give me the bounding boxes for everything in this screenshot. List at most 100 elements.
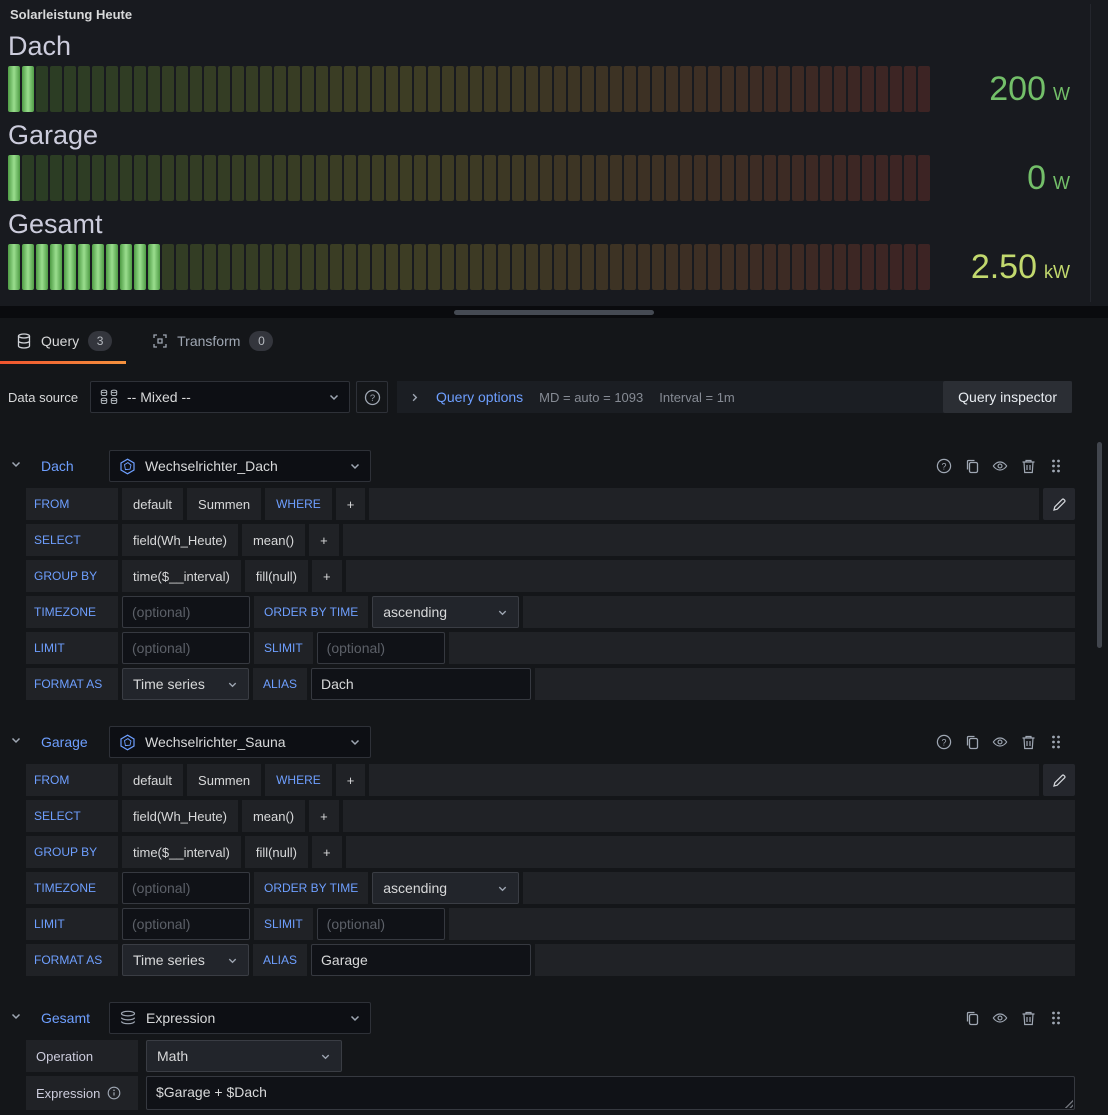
from-label: FROM xyxy=(26,764,118,796)
help-icon: ? xyxy=(364,389,381,406)
add-condition-button[interactable]: + xyxy=(336,764,366,796)
query-help-icon[interactable]: ? xyxy=(936,734,952,750)
duplicate-query-icon[interactable] xyxy=(964,1010,980,1026)
vertical-scrollbar[interactable] xyxy=(1097,442,1102,648)
drag-handle-icon[interactable] xyxy=(1048,1010,1064,1026)
add-select-button[interactable]: + xyxy=(309,524,339,556)
collapse-chevron-icon[interactable] xyxy=(10,733,22,751)
operation-select[interactable]: Math xyxy=(146,1040,342,1072)
svg-text:?: ? xyxy=(369,393,374,404)
toggle-raw-query-button[interactable] xyxy=(1043,764,1075,796)
toggle-raw-query-button[interactable] xyxy=(1043,488,1075,520)
delete-query-icon[interactable] xyxy=(1020,1010,1036,1026)
query-datasource-value: Wechselrichter_Dach xyxy=(145,458,340,474)
expression-row: Expression $Garage + $Dach xyxy=(26,1076,1075,1110)
alias-input[interactable] xyxy=(311,944,531,976)
fill-segment[interactable]: fill(null) xyxy=(245,836,308,868)
retention-policy-segment[interactable]: default xyxy=(122,764,183,796)
gauge-cell xyxy=(78,155,90,201)
format-as-select[interactable]: Time series xyxy=(122,668,249,700)
alias-input[interactable] xyxy=(311,668,531,700)
add-group-by-button[interactable]: + xyxy=(312,836,342,868)
order-by-select[interactable]: ascending xyxy=(372,596,519,628)
group-time-segment[interactable]: time($__interval) xyxy=(122,560,241,592)
gauge-cell xyxy=(484,66,496,112)
panel-resize-handle[interactable] xyxy=(454,310,654,315)
add-condition-button[interactable]: + xyxy=(336,488,366,520)
query-name[interactable]: Gesamt xyxy=(41,1010,97,1026)
timezone-input[interactable] xyxy=(122,596,250,628)
drag-handle-icon[interactable] xyxy=(1048,734,1064,750)
tab-transform[interactable]: Transform 0 xyxy=(136,318,297,364)
gauge-cell xyxy=(106,244,118,290)
duplicate-query-icon[interactable] xyxy=(964,458,980,474)
gauge-cell xyxy=(498,155,510,201)
gauge-cell xyxy=(638,66,650,112)
gauge-cell xyxy=(428,244,440,290)
query-datasource-picker[interactable]: Wechselrichter_Sauna xyxy=(109,726,371,758)
collapse-chevron-icon[interactable] xyxy=(10,1009,22,1027)
drag-handle-icon[interactable] xyxy=(1048,458,1064,474)
add-select-button[interactable]: + xyxy=(309,800,339,832)
query-name[interactable]: Dach xyxy=(41,458,97,474)
format-as-select[interactable]: Time series xyxy=(122,944,249,976)
query-name[interactable]: Garage xyxy=(41,734,97,750)
gauge-cell xyxy=(470,66,482,112)
order-by-select[interactable]: ascending xyxy=(372,872,519,904)
query-section-gesamt: Gesamt Expression xyxy=(0,1002,1108,1110)
fill-segment[interactable]: fill(null) xyxy=(245,560,308,592)
limit-input[interactable] xyxy=(122,908,250,940)
retention-policy-segment[interactable]: default xyxy=(122,488,183,520)
gauge-cell xyxy=(190,66,202,112)
datasource-value: -- Mixed -- xyxy=(127,389,319,405)
aggregation-segment[interactable]: mean() xyxy=(242,524,305,556)
gauge-cell xyxy=(736,66,748,112)
gauge-cell xyxy=(652,244,664,290)
field-segment[interactable]: field(Wh_Heute) xyxy=(122,800,238,832)
row-filler xyxy=(449,908,1075,940)
gauge-cell xyxy=(778,155,790,201)
group-time-segment[interactable]: time($__interval) xyxy=(122,836,241,868)
slimit-input[interactable] xyxy=(317,908,445,940)
query-options-toggle[interactable]: Query options xyxy=(436,389,523,405)
delete-query-icon[interactable] xyxy=(1020,458,1036,474)
editor-tabbar: Query 3 Transform 0 xyxy=(0,318,1108,364)
query-header: Gesamt Expression xyxy=(0,1002,1108,1034)
gauge-cell xyxy=(274,155,286,201)
measurement-segment[interactable]: Summen xyxy=(187,764,261,796)
gauge-cell xyxy=(722,244,734,290)
svg-text:?: ? xyxy=(942,461,947,471)
expression-input[interactable]: $Garage + $Dach xyxy=(146,1076,1075,1110)
hide-query-icon[interactable] xyxy=(992,734,1008,750)
field-segment[interactable]: field(Wh_Heute) xyxy=(122,524,238,556)
add-group-by-button[interactable]: + xyxy=(312,560,342,592)
gauge-cell xyxy=(106,66,118,112)
panel-editor-divider xyxy=(0,306,1108,318)
delete-query-icon[interactable] xyxy=(1020,734,1036,750)
hide-query-icon[interactable] xyxy=(992,458,1008,474)
timezone-input[interactable] xyxy=(122,872,250,904)
query-help-icon[interactable]: ? xyxy=(936,458,952,474)
expression-type-picker[interactable]: Expression xyxy=(109,1002,371,1034)
datasource-help-button[interactable]: ? xyxy=(356,381,388,413)
limit-input[interactable] xyxy=(122,632,250,664)
hide-query-icon[interactable] xyxy=(992,1010,1008,1026)
measurement-segment[interactable]: Summen xyxy=(187,488,261,520)
collapse-chevron-icon[interactable] xyxy=(10,457,22,475)
gauge-cell xyxy=(372,155,384,201)
datasource-picker[interactable]: -- Mixed -- xyxy=(90,381,350,413)
query-actions: ? xyxy=(936,734,1108,750)
row-filler xyxy=(369,488,1039,520)
slimit-input[interactable] xyxy=(317,632,445,664)
svg-text:?: ? xyxy=(942,737,947,747)
gauge-cell xyxy=(750,244,762,290)
duplicate-query-icon[interactable] xyxy=(964,734,980,750)
query-datasource-picker[interactable]: Wechselrichter_Dach xyxy=(109,450,371,482)
tab-query[interactable]: Query 3 xyxy=(0,318,136,364)
aggregation-segment[interactable]: mean() xyxy=(242,800,305,832)
slimit-label: SLIMIT xyxy=(254,908,313,940)
gauge-cell xyxy=(344,155,356,201)
gauge-cell xyxy=(554,66,566,112)
gauge-cell xyxy=(316,155,328,201)
query-inspector-button[interactable]: Query inspector xyxy=(943,381,1072,413)
